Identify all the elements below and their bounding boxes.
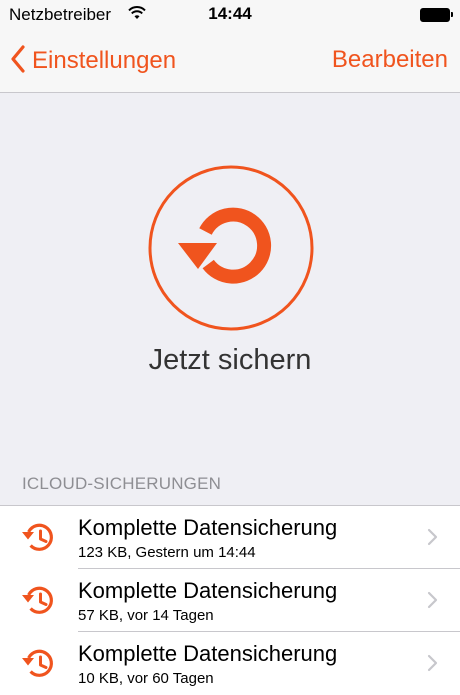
list-item[interactable]: Komplette Datensicherung 123 KB, Gestern…: [0, 506, 460, 569]
backup-details: 10 KB, vor 60 Tagen: [78, 670, 214, 687]
list-item[interactable]: Komplette Datensicherung 10 KB, vor 60 T…: [0, 632, 460, 695]
chevron-right-icon: [427, 591, 438, 614]
status-clock: 14:44: [208, 4, 252, 23]
history-clock-icon: [22, 522, 56, 559]
back-button[interactable]: Einstellungen: [10, 44, 176, 78]
chevron-left-icon: [10, 44, 26, 78]
backup-title: Komplette Datensicherung: [78, 515, 338, 540]
list-item[interactable]: Komplette Datensicherung 57 KB, vor 14 T…: [0, 569, 460, 632]
backup-now-label[interactable]: Jetzt sichern: [0, 344, 460, 377]
back-button-label: Einstellungen: [32, 47, 177, 74]
history-clock-icon: [22, 648, 56, 685]
section-header: ICLOUD-SICHERUNGEN: [22, 474, 222, 493]
backup-now-button[interactable]: [148, 165, 314, 331]
edit-button[interactable]: Bearbeiten: [332, 46, 448, 74]
chevron-right-icon: [427, 654, 438, 677]
backup-title: Komplette Datensicherung: [78, 578, 338, 603]
navigation-bar: Einstellungen Bearbeiten: [0, 30, 460, 93]
status-bar: Netzbetreiber 14:44: [0, 0, 460, 30]
backup-now-icon: [148, 165, 314, 331]
battery-icon: [420, 8, 453, 22]
backup-details: 123 KB, Gestern um 14:44: [78, 544, 256, 561]
backup-title: Komplette Datensicherung: [78, 641, 338, 666]
history-clock-icon: [22, 585, 56, 622]
backup-list: Komplette Datensicherung 123 KB, Gestern…: [0, 505, 460, 695]
chevron-right-icon: [427, 528, 438, 551]
backup-details: 57 KB, vor 14 Tagen: [78, 607, 214, 624]
